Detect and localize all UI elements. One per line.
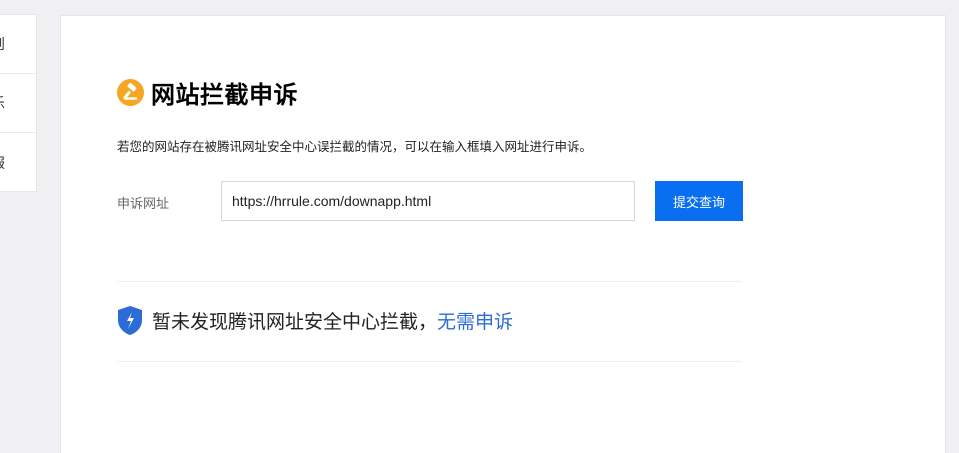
side-nav-item[interactable]: 则 <box>0 15 36 74</box>
side-nav-item-label: 服 <box>0 153 5 173</box>
gavel-icon <box>117 79 144 106</box>
submit-query-button[interactable]: 提交查询 <box>655 181 743 221</box>
url-field-label: 申诉网址 <box>117 197 170 212</box>
side-nav-item[interactable]: 服 <box>0 133 36 192</box>
divider <box>117 361 742 362</box>
main-panel: 网站拦截申诉 若您的网站存在被腾讯网址安全中心误拦截的情况，可以在输入框填入网址… <box>60 15 946 453</box>
result-message: 暂未发现腾讯网址安全中心拦截， <box>152 311 438 333</box>
side-nav: 则 乐 服 <box>0 14 37 192</box>
side-nav-item-label: 乐 <box>0 93 5 113</box>
title-row: 网站拦截申诉 <box>117 75 298 110</box>
shield-icon <box>118 306 142 335</box>
url-input[interactable] <box>221 181 635 221</box>
page-description: 若您的网站存在被腾讯网址安全中心误拦截的情况，可以在输入框填入网址进行申诉。 <box>117 139 593 154</box>
side-nav-item[interactable]: 乐 <box>0 74 36 133</box>
page-title: 网站拦截申诉 <box>151 81 298 109</box>
side-nav-item-label: 则 <box>0 34 5 54</box>
result-row: 暂未发现腾讯网址安全中心拦截， 无需申诉 <box>117 305 513 336</box>
no-appeal-needed-link[interactable]: 无需申诉 <box>437 307 513 334</box>
divider <box>117 281 742 282</box>
